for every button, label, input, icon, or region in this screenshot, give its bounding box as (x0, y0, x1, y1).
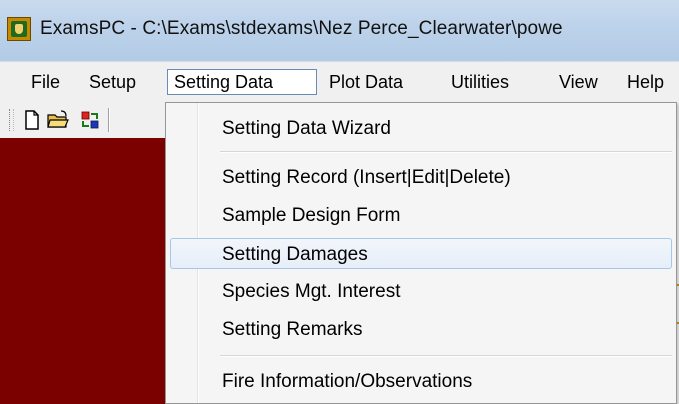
title-bar: ExamsPC - C:\Exams\stdexams\Nez Perce_Cl… (0, 0, 679, 61)
menu-bar: File Setup Setting Data Plot Data Utilit… (0, 61, 679, 103)
menu-view[interactable]: View (553, 69, 604, 95)
menu-item-label: Setting Record (Insert|Edit|Delete) (222, 167, 511, 188)
menu-item-label: Setting Damages (222, 244, 368, 265)
menu-item-label: Setting Data Wizard (222, 118, 391, 139)
toolbar-separator (108, 108, 110, 132)
menu-help[interactable]: Help (621, 69, 670, 95)
menu-item-setting-data-wizard[interactable]: Setting Data Wizard (170, 113, 672, 144)
menu-separator (220, 355, 672, 357)
open-folder-icon[interactable] (47, 109, 69, 131)
menu-item-label: Setting Remarks (222, 319, 363, 340)
menu-item-setting-damages[interactable]: Setting Damages (170, 238, 672, 269)
menu-item-setting-record[interactable]: Setting Record (Insert|Edit|Delete) (170, 162, 672, 193)
menu-item-fire-information[interactable]: Fire Information/Observations (170, 366, 672, 397)
menu-utilities[interactable]: Utilities (445, 69, 515, 95)
mdi-workarea (0, 138, 168, 404)
new-document-icon[interactable] (21, 109, 43, 131)
menu-plot-data[interactable]: Plot Data (323, 69, 409, 95)
menu-item-sample-design-form[interactable]: Sample Design Form (170, 200, 672, 231)
menu-setup[interactable]: Setup (83, 69, 142, 95)
toolbar-grip[interactable] (9, 109, 14, 131)
menu-separator (220, 151, 672, 153)
window-title: ExamsPC - C:\Exams\stdexams\Nez Perce_Cl… (40, 18, 563, 39)
menu-setting-data[interactable]: Setting Data (167, 69, 317, 95)
menu-item-label: Sample Design Form (222, 205, 401, 226)
app-icon[interactable] (7, 17, 31, 41)
menu-item-setting-remarks[interactable]: Setting Remarks (170, 314, 672, 345)
menu-item-label: Species Mgt. Interest (222, 281, 401, 302)
menu-item-label: Fire Information/Observations (222, 371, 473, 392)
setting-data-dropdown: Setting Data Wizard Setting Record (Inse… (165, 102, 677, 404)
menu-item-species-mgt-interest[interactable]: Species Mgt. Interest (170, 276, 672, 307)
menu-file[interactable]: File (25, 69, 66, 95)
transfer-icon[interactable] (79, 109, 101, 131)
